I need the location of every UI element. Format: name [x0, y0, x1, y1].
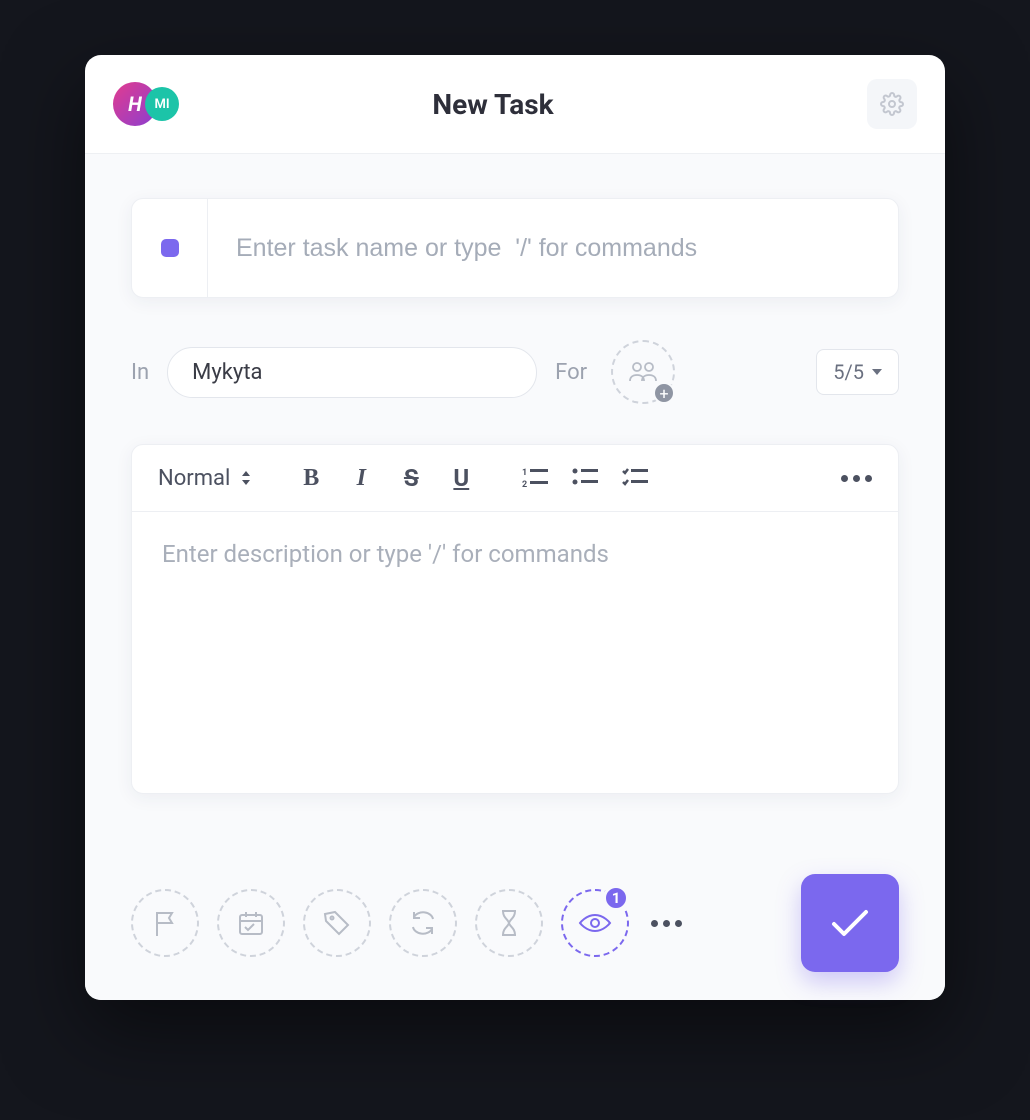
meta-row: In Mykyta For + 5/5 — [131, 340, 899, 404]
more-icon — [841, 475, 872, 482]
due-date-button[interactable] — [217, 889, 285, 957]
bullet-list-icon — [572, 467, 598, 489]
status-picker[interactable] — [132, 199, 208, 297]
task-name-row — [131, 198, 899, 298]
checklist-icon — [622, 467, 648, 489]
toolbar-more-button[interactable] — [841, 475, 872, 482]
plus-icon: + — [653, 382, 675, 404]
checklist-button[interactable] — [620, 463, 650, 493]
watchers-count-badge: 1 — [603, 885, 629, 911]
for-label: For — [555, 360, 587, 385]
modal-body: In Mykyta For + 5/5 Normal — [85, 154, 945, 1000]
sort-arrows-icon — [240, 469, 252, 487]
hourglass-icon — [498, 908, 520, 938]
calendar-icon — [237, 909, 265, 937]
priority-button[interactable] — [131, 889, 199, 957]
ordered-list-icon: 12 — [522, 467, 548, 489]
settings-button[interactable] — [867, 79, 917, 129]
ordered-list-button[interactable]: 12 — [520, 463, 550, 493]
bullet-list-button[interactable] — [570, 463, 600, 493]
strikethrough-button[interactable]: S — [396, 463, 426, 493]
gear-icon — [880, 92, 904, 116]
heading-dropdown[interactable]: Normal — [158, 466, 252, 491]
svg-text:1: 1 — [522, 468, 527, 478]
description-input[interactable] — [162, 540, 868, 765]
add-assignee-button[interactable]: + — [611, 340, 675, 404]
create-task-button[interactable] — [801, 874, 899, 972]
check-icon — [828, 906, 872, 940]
svg-text:2: 2 — [522, 480, 527, 489]
editor-toolbar: Normal B I S U 12 — [132, 445, 898, 512]
more-icon — [651, 920, 682, 927]
flag-icon — [152, 909, 178, 937]
fields-count-label: 5/5 — [833, 360, 864, 384]
time-estimate-button[interactable] — [475, 889, 543, 957]
underline-button[interactable]: U — [446, 463, 476, 493]
fields-count-dropdown[interactable]: 5/5 — [816, 349, 899, 395]
chevron-down-icon — [872, 369, 882, 375]
footer-actions: 1 — [131, 874, 899, 972]
status-color-icon — [161, 239, 179, 257]
modal-title: New Task — [119, 88, 867, 121]
recurring-button[interactable] — [389, 889, 457, 957]
watchers-button[interactable]: 1 — [561, 889, 629, 957]
list-select[interactable]: Mykyta — [167, 347, 537, 398]
in-label: In — [131, 360, 149, 385]
italic-button[interactable]: I — [346, 463, 376, 493]
footer-more-button[interactable] — [651, 920, 682, 927]
people-icon — [628, 361, 658, 383]
tag-icon — [322, 909, 352, 937]
heading-label: Normal — [158, 466, 230, 491]
tags-button[interactable] — [303, 889, 371, 957]
description-editor: Normal B I S U 12 — [131, 444, 899, 794]
bold-button[interactable]: B — [296, 463, 326, 493]
task-name-input[interactable] — [208, 234, 898, 263]
new-task-modal: H MI New Task In Mykyta For — [85, 55, 945, 1000]
modal-header: H MI New Task — [85, 55, 945, 154]
repeat-icon — [408, 910, 438, 936]
eye-icon — [578, 912, 612, 934]
